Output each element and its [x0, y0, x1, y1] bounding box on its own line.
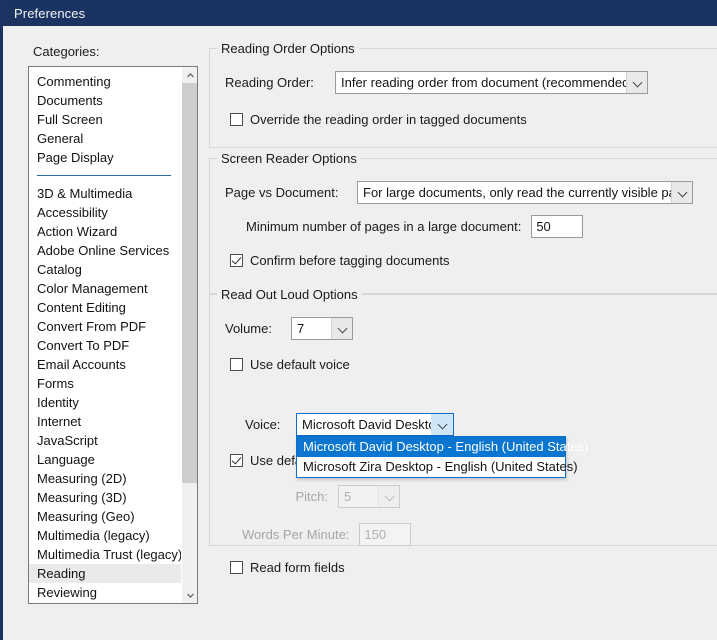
sidebar-item-commenting[interactable]: Commenting: [29, 72, 181, 91]
voice-value: Microsoft David Desktop: [297, 414, 431, 435]
screen-reader-options-group: Screen Reader Options Page vs Document: …: [209, 151, 717, 294]
reading-order-select[interactable]: Infer reading order from document (recom…: [335, 71, 648, 94]
pitch-value: 5: [339, 486, 378, 507]
pitch-row: Pitch: 5: [256, 485, 400, 508]
separator-line: [37, 175, 171, 176]
min-pages-input[interactable]: 50: [531, 215, 584, 238]
volume-row: Volume: 7: [225, 317, 353, 340]
sidebar-item-measuring-2d[interactable]: Measuring (2D): [29, 469, 181, 488]
categories-scrollbar[interactable]: [181, 67, 197, 603]
use-default-attributes-checkbox[interactable]: [230, 454, 243, 467]
sidebar-item-adobe-online-services[interactable]: Adobe Online Services: [29, 241, 181, 260]
voice-select[interactable]: Microsoft David Desktop: [296, 413, 454, 436]
scrollbar-thumb[interactable]: [182, 83, 197, 483]
chevron-down-icon[interactable]: [671, 182, 692, 203]
confirm-tagging-row[interactable]: Confirm before tagging documents: [230, 253, 449, 268]
use-default-voice-label: Use default voice: [250, 357, 350, 372]
sidebar-item-documents[interactable]: Documents: [29, 91, 181, 110]
sidebar-item-multimedia-legacy[interactable]: Multimedia (legacy): [29, 526, 181, 545]
read-form-fields-row[interactable]: Read form fields: [230, 560, 345, 575]
scroll-down-icon[interactable]: [182, 587, 197, 603]
volume-select[interactable]: 7: [291, 317, 353, 340]
confirm-tagging-checkbox[interactable]: [230, 254, 243, 267]
page-vs-document-row: Page vs Document: For large documents, o…: [225, 181, 693, 204]
categories-list: Commenting Documents Full Screen General…: [29, 67, 181, 603]
sidebar-item-reviewing[interactable]: Reviewing: [29, 583, 181, 602]
sidebar-item-search[interactable]: Search: [29, 602, 181, 603]
override-reading-order-row[interactable]: Override the reading order in tagged doc…: [230, 112, 527, 127]
window-title: Preferences: [14, 5, 86, 21]
sidebar-item-javascript[interactable]: JavaScript: [29, 431, 181, 450]
sidebar-item-action-wizard[interactable]: Action Wizard: [29, 222, 181, 241]
volume-value: 7: [292, 318, 331, 339]
voice-label: Voice:: [245, 417, 281, 432]
chevron-down-icon[interactable]: [626, 72, 647, 93]
pitch-select[interactable]: 5: [338, 485, 400, 508]
sidebar-item-convert-to-pdf[interactable]: Convert To PDF: [29, 336, 181, 355]
min-pages-row: Minimum number of pages in a large docum…: [246, 215, 584, 238]
volume-label: Volume:: [225, 321, 272, 336]
read-out-loud-options-title: Read Out Loud Options: [217, 287, 362, 302]
voice-option-zira[interactable]: Microsoft Zira Desktop - English (United…: [297, 457, 578, 477]
sidebar-item-multimedia-trust-legacy[interactable]: Multimedia Trust (legacy): [29, 545, 181, 564]
reading-order-value: Infer reading order from document (recom…: [336, 72, 626, 93]
page-vs-document-select[interactable]: For large documents, only read the curre…: [357, 181, 693, 204]
voice-label-row: Voice:: [245, 417, 280, 432]
sidebar-item-convert-from-pdf[interactable]: Convert From PDF: [29, 317, 181, 336]
sidebar-item-reading[interactable]: Reading: [29, 564, 181, 583]
sidebar-item-general[interactable]: General: [29, 129, 181, 148]
sidebar-item-full-screen[interactable]: Full Screen: [29, 110, 181, 129]
sidebar-item-color-management[interactable]: Color Management: [29, 279, 181, 298]
pitch-label: Pitch:: [295, 489, 328, 504]
preferences-dialog: Preferences Categories: Commenting Docum…: [0, 0, 717, 640]
reading-order-label: Reading Order:: [225, 75, 314, 90]
use-default-voice-row[interactable]: Use default voice: [230, 357, 350, 372]
chevron-down-icon[interactable]: [331, 318, 352, 339]
reading-order-row: Reading Order: Infer reading order from …: [225, 71, 648, 94]
words-per-minute-label: Words Per Minute:: [242, 527, 350, 542]
sidebar-item-3d-multimedia[interactable]: 3D & Multimedia: [29, 184, 181, 203]
screen-reader-options-title: Screen Reader Options: [217, 151, 361, 166]
read-form-fields-checkbox[interactable]: [230, 561, 243, 574]
voice-option-david[interactable]: Microsoft David Desktop - English (Unite…: [297, 437, 588, 457]
sidebar-item-email-accounts[interactable]: Email Accounts: [29, 355, 181, 374]
min-pages-label: Minimum number of pages in a large docum…: [246, 219, 522, 234]
categories-separator: [29, 167, 181, 184]
scroll-up-icon[interactable]: [182, 67, 197, 83]
sidebar-item-measuring-geo[interactable]: Measuring (Geo): [29, 507, 181, 526]
chevron-down-icon[interactable]: [431, 414, 453, 435]
reading-order-options-group: Reading Order Options Reading Order: Inf…: [209, 41, 717, 148]
sidebar-item-measuring-3d[interactable]: Measuring (3D): [29, 488, 181, 507]
sidebar-item-accessibility[interactable]: Accessibility: [29, 203, 181, 222]
sidebar-item-content-editing[interactable]: Content Editing: [29, 298, 181, 317]
categories-label: Categories:: [33, 44, 100, 59]
read-out-loud-options-group: Read Out Loud Options Volume: 7 Use defa…: [209, 287, 717, 575]
confirm-tagging-label: Confirm before tagging documents: [250, 253, 450, 268]
sidebar-item-internet[interactable]: Internet: [29, 412, 181, 431]
sidebar-item-identity[interactable]: Identity: [29, 393, 181, 412]
sidebar-item-page-display[interactable]: Page Display: [29, 148, 181, 167]
override-reading-order-checkbox[interactable]: [230, 113, 243, 126]
window-titlebar: Preferences: [3, 0, 717, 26]
use-default-attributes-label: Use defa: [250, 453, 303, 468]
words-per-minute-row: Words Per Minute: 150: [242, 523, 412, 546]
sidebar-item-forms[interactable]: Forms: [29, 374, 181, 393]
words-per-minute-input[interactable]: 150: [359, 523, 412, 546]
override-reading-order-label: Override the reading order in tagged doc…: [250, 112, 527, 127]
chevron-down-icon: [378, 486, 399, 507]
categories-listbox[interactable]: Commenting Documents Full Screen General…: [28, 66, 198, 604]
preferences-content-pane: Reading Order Options Reading Order: Inf…: [209, 36, 717, 616]
voice-dropdown-list[interactable]: Microsoft David Desktop - English (Unite…: [296, 436, 588, 478]
use-default-voice-checkbox[interactable]: [230, 358, 243, 371]
sidebar-item-language[interactable]: Language: [29, 450, 181, 469]
use-default-attributes-row[interactable]: Use defa: [230, 453, 302, 468]
page-vs-document-value: For large documents, only read the curre…: [358, 182, 671, 203]
page-vs-document-label: Page vs Document:: [225, 185, 339, 200]
sidebar-item-catalog[interactable]: Catalog: [29, 260, 181, 279]
read-form-fields-label: Read form fields: [250, 560, 345, 575]
reading-order-options-title: Reading Order Options: [217, 41, 359, 56]
